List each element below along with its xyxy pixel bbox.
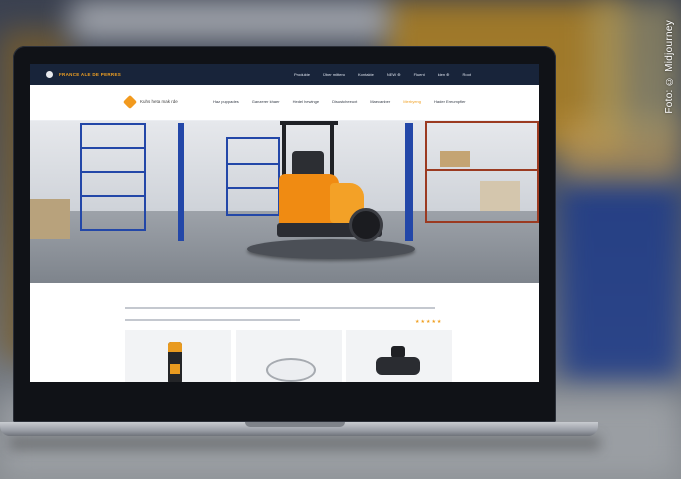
rack xyxy=(226,137,280,216)
crate xyxy=(440,151,470,167)
crate xyxy=(30,199,70,239)
star-icon: ★★★★★ xyxy=(415,319,443,325)
laptop-shadow xyxy=(10,436,600,450)
top-nav-item[interactable]: kien ⊕ xyxy=(438,72,450,77)
photo-credit: Foto: © Midjourney xyxy=(664,20,675,114)
product-weight xyxy=(376,357,420,375)
top-nav: Produkte Über mittero Kontakte NEW ⊕ Flu… xyxy=(294,64,471,85)
rack-shelf xyxy=(82,195,144,197)
rack-post xyxy=(178,123,184,241)
product-cartridge-label xyxy=(170,364,180,374)
forklift-mast xyxy=(330,122,334,177)
main-nav: Haz puppades Ganzerer khaer Hedel hewing… xyxy=(213,99,466,104)
main-nav-item-active[interactable]: Merbyeng xyxy=(403,99,421,104)
top-nav-item[interactable]: Fluent xyxy=(414,72,425,77)
top-nav-item[interactable]: Produkte xyxy=(294,72,310,77)
brand-logo-icon xyxy=(46,71,53,78)
brand-name[interactable]: FRANCE ALE DE PERRES xyxy=(59,72,121,77)
main-nav-item[interactable]: Maecanber xyxy=(370,99,390,104)
rack-shelf xyxy=(82,147,144,149)
rack-shelf xyxy=(427,169,537,171)
rack-shelf xyxy=(228,187,278,189)
logo-text[interactable]: Kuhs heta mak rde xyxy=(140,99,178,104)
main-nav-item[interactable]: Haz puppades xyxy=(213,99,239,104)
bg-ceiling-light xyxy=(70,0,390,40)
main-nav-item[interactable]: Hader Ereumpfier xyxy=(434,99,466,104)
product-card[interactable] xyxy=(236,330,342,382)
product-cartridge-cap xyxy=(168,342,182,352)
content-text-line xyxy=(125,307,435,309)
top-nav-item[interactable]: Über mittero xyxy=(323,72,345,77)
top-nav-item[interactable]: Kontakte xyxy=(358,72,374,77)
bg-blue-crate xyxy=(560,180,681,380)
crate xyxy=(480,181,520,211)
main-nav-item[interactable]: Disustcheeuxt xyxy=(332,99,357,104)
product-card[interactable] xyxy=(346,330,452,382)
top-nav-item[interactable]: Root xyxy=(463,72,471,77)
forklift-platform xyxy=(247,239,415,259)
content-text-line xyxy=(125,319,300,321)
rack-shelf xyxy=(228,163,278,165)
laptop-notch xyxy=(245,422,345,427)
forklift-mast xyxy=(282,122,286,177)
main-nav-item[interactable]: Hedel hewinge xyxy=(293,99,319,104)
product-disc xyxy=(266,358,316,382)
laptop-screen: FRANCE ALE DE PERRES Produkte Über mitte… xyxy=(30,64,539,382)
rack xyxy=(80,123,146,231)
hero-image xyxy=(30,121,539,283)
top-nav-item[interactable]: NEW ⊕ xyxy=(387,72,401,77)
rack-post xyxy=(405,123,413,241)
main-nav-item[interactable]: Ganzerer khaer xyxy=(252,99,280,104)
forklift-wheel xyxy=(349,208,383,242)
rack-shelf xyxy=(82,171,144,173)
product-card[interactable] xyxy=(125,330,231,382)
